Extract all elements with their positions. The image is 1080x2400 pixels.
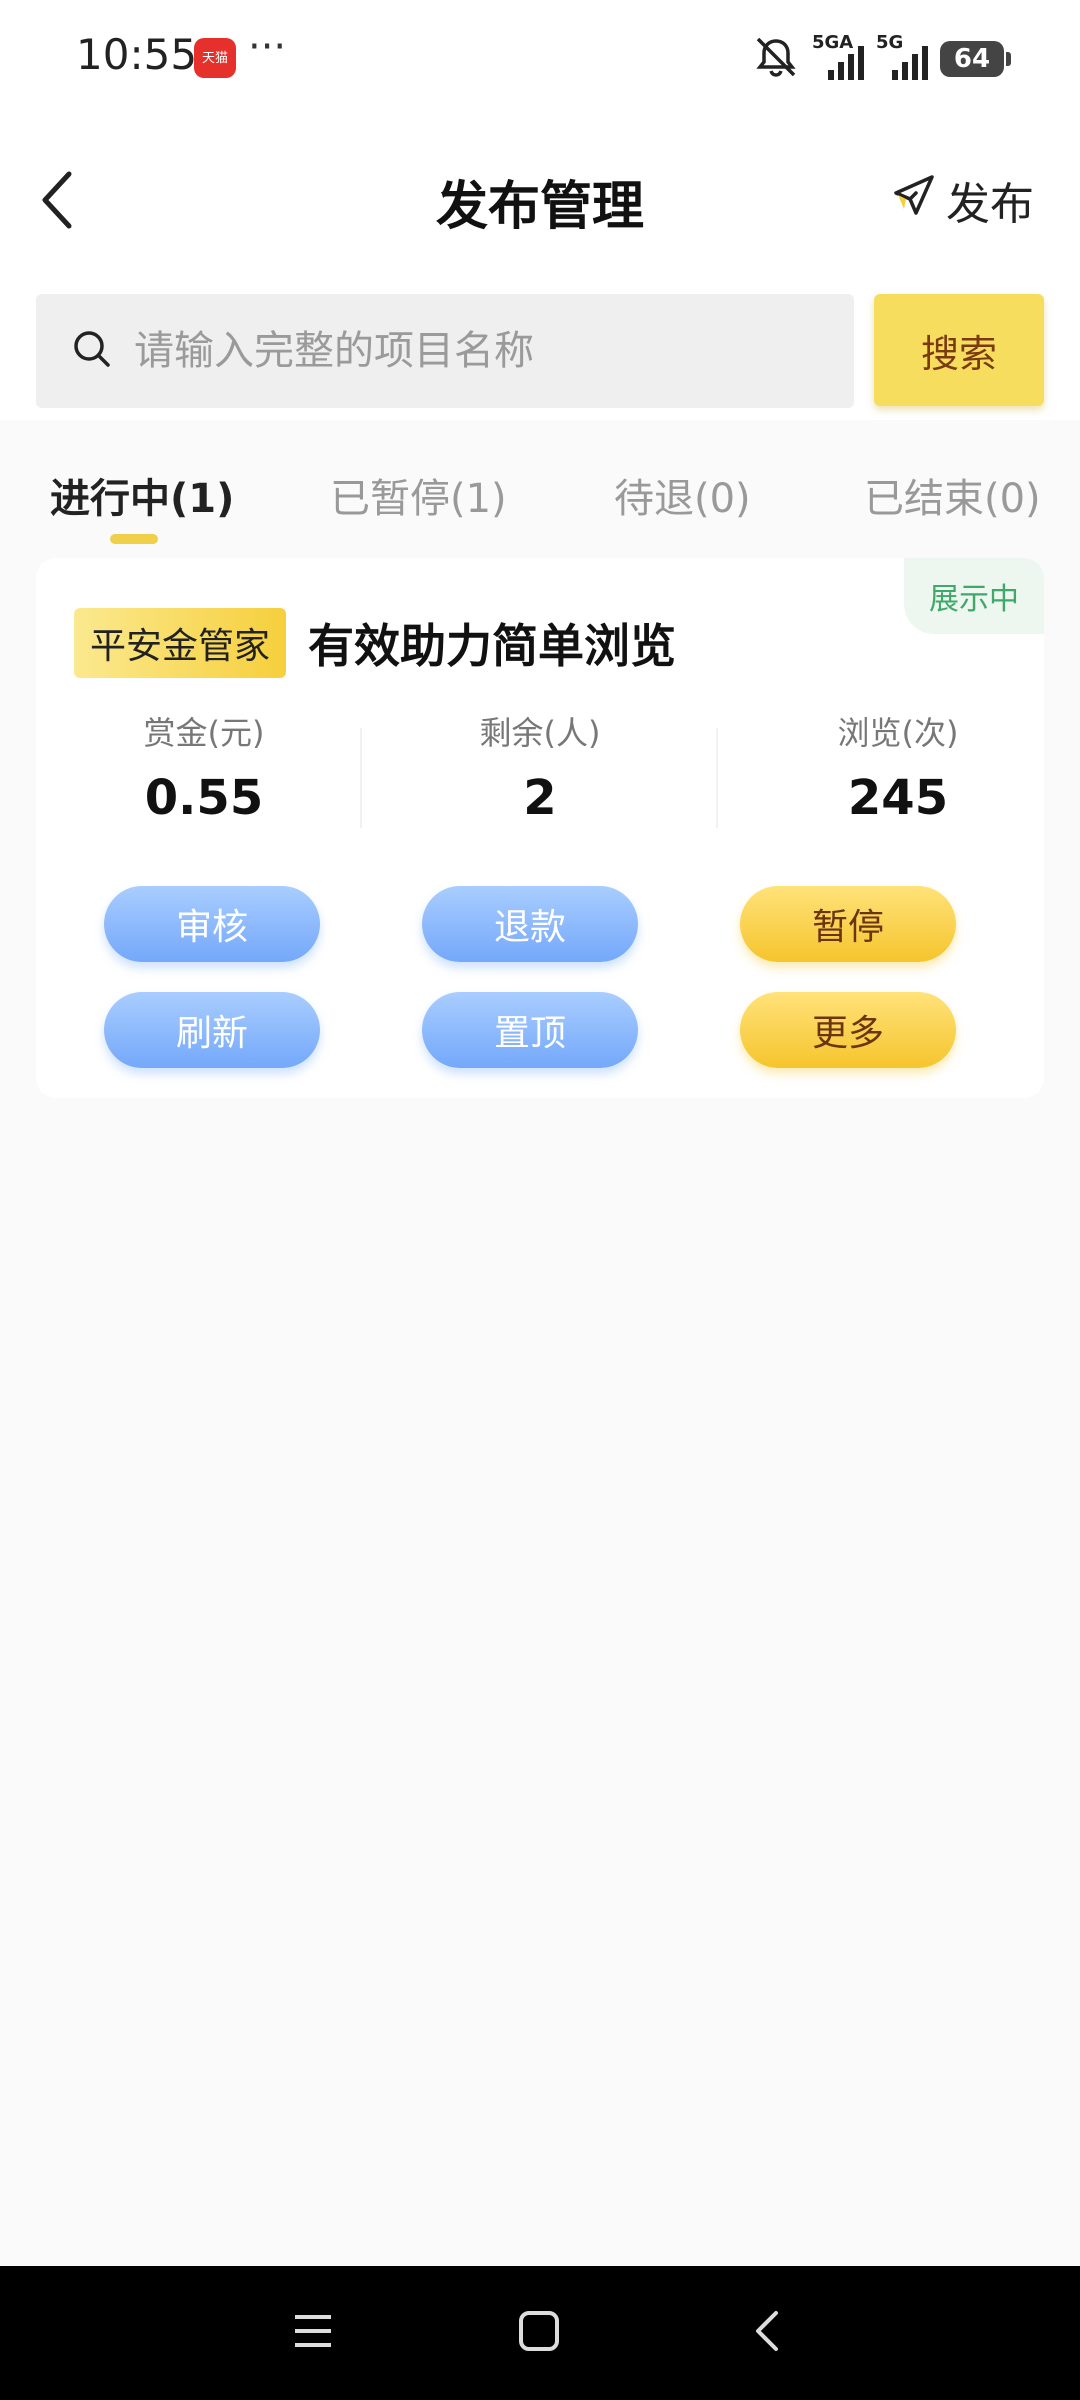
stat-label: 赏金(元) — [143, 714, 265, 752]
home-button[interactable] — [504, 2298, 574, 2368]
divider — [716, 728, 718, 828]
stat-remaining: 剩余(人) 2 — [372, 708, 708, 826]
status-badge: 展示中 — [904, 558, 1044, 634]
review-button[interactable]: 审核 — [104, 886, 320, 962]
stat-label: 剩余(人) — [479, 714, 601, 752]
status-bar: 10:55 天猫 ··· 5GA 5G 64 — [0, 0, 1080, 120]
more-button[interactable]: 更多 — [740, 992, 956, 1068]
stat-label: 浏览(次) — [837, 714, 959, 752]
pause-button[interactable]: 暂停 — [740, 886, 956, 962]
signal-icon: 5G — [876, 32, 928, 82]
tab-in-progress[interactable]: 进行中(1) — [50, 466, 234, 524]
pin-top-button[interactable]: 置顶 — [422, 992, 638, 1068]
menu-button[interactable] — [278, 2298, 348, 2368]
page-header: 发布管理 发布 — [0, 120, 1080, 280]
stat-views: 浏览(次) 245 — [730, 708, 1066, 826]
home-square-icon — [517, 2309, 561, 2357]
search-icon — [72, 329, 112, 373]
status-indicators: 5GA 5G 64 — [752, 32, 1011, 84]
stat-value: 245 — [847, 770, 949, 826]
search-area: 搜索 — [0, 280, 1080, 420]
tmall-app-icon: 天猫 — [194, 38, 236, 78]
publish-button[interactable]: 发布 — [892, 168, 1034, 232]
publish-label: 发布 — [946, 179, 1034, 230]
signal-icon: 5GA — [812, 32, 864, 82]
project-card[interactable]: 展示中 平安金管家 有效助力简单浏览 赏金(元) 0.55 剩余(人) 2 浏览… — [36, 558, 1044, 1098]
search-box[interactable] — [36, 294, 854, 408]
search-input[interactable] — [134, 328, 794, 374]
brand-tag: 平安金管家 — [74, 608, 287, 678]
tab-paused[interactable]: 已暂停(1) — [330, 466, 507, 524]
search-button[interactable]: 搜索 — [874, 294, 1044, 406]
project-title: 有效助力简单浏览 — [308, 619, 677, 673]
tab-ended[interactable]: 已结束(0) — [864, 466, 1041, 524]
card-title-row: 平安金管家 有效助力简单浏览 — [74, 608, 676, 678]
active-tab-indicator — [110, 534, 158, 544]
refund-button[interactable]: 退款 — [422, 886, 638, 962]
refresh-button[interactable]: 刷新 — [104, 992, 320, 1068]
menu-icon — [291, 2311, 335, 2355]
status-time: 10:55 — [76, 30, 198, 79]
tab-pending-refund[interactable]: 待退(0) — [614, 466, 751, 524]
stat-reward: 赏金(元) 0.55 — [36, 708, 372, 826]
stat-value: 0.55 — [144, 770, 264, 826]
status-tabs: 进行中(1) 已暂停(1) 待退(0) 已结束(0) — [0, 420, 1080, 550]
system-back-button[interactable] — [732, 2298, 802, 2368]
system-nav-bar — [0, 2266, 1080, 2400]
paper-plane-icon — [892, 173, 936, 228]
project-stats: 赏金(元) 0.55 剩余(人) 2 浏览(次) 245 — [36, 708, 1044, 828]
notification-overflow-icon: ··· — [248, 24, 287, 70]
mute-bell-icon — [752, 35, 800, 83]
back-icon — [752, 2309, 782, 2357]
divider — [360, 728, 362, 828]
stat-value: 2 — [523, 770, 557, 826]
battery-icon: 64 — [940, 41, 1011, 77]
